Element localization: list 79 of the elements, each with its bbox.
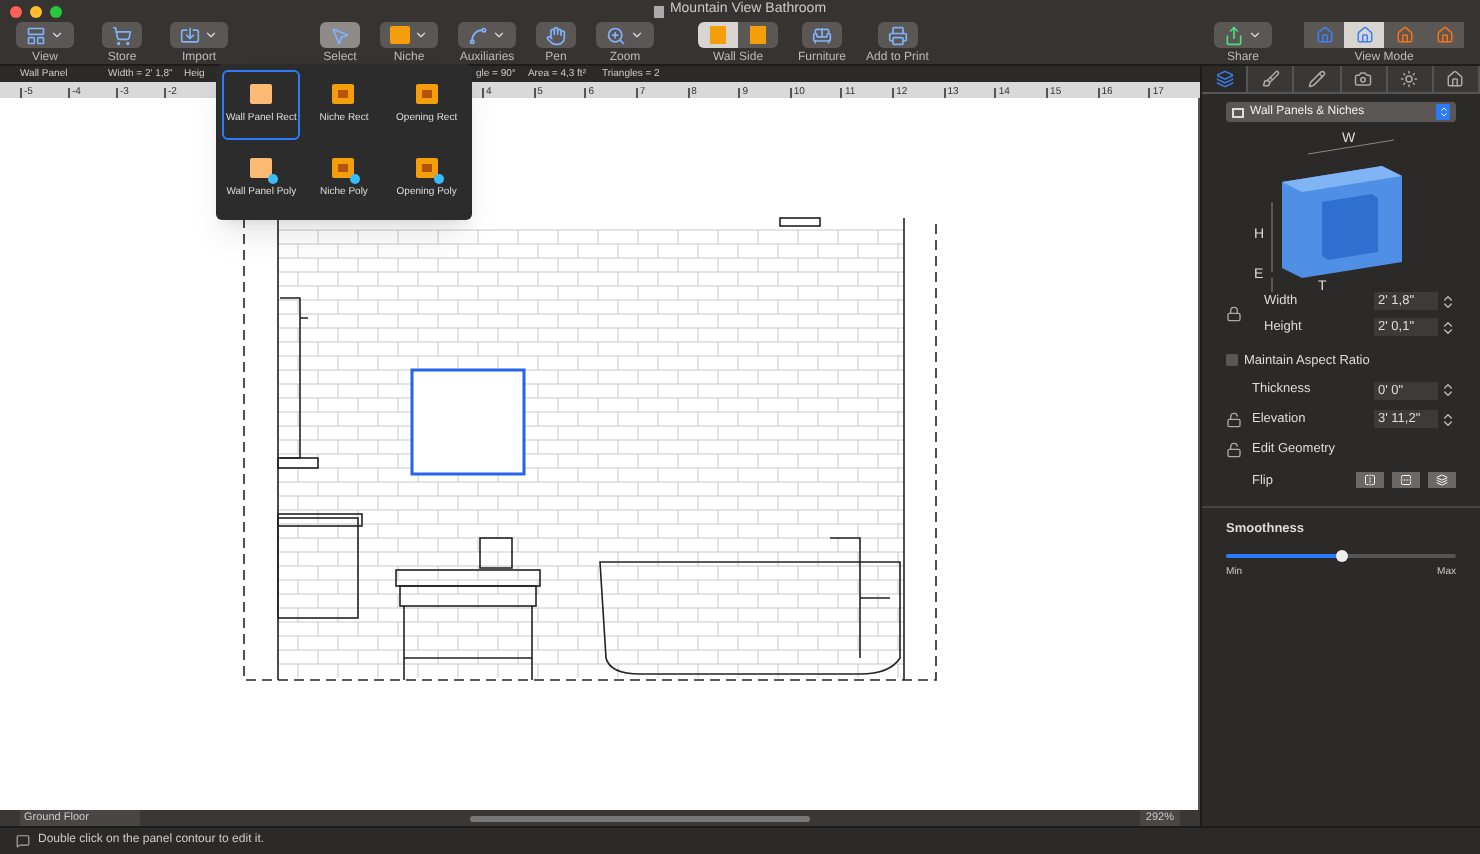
toolbar-button[interactable] <box>802 22 842 48</box>
view-mode-button[interactable] <box>1344 22 1384 48</box>
selected-wall-panel[interactable] <box>410 368 526 476</box>
toolbar-button[interactable] <box>536 22 576 48</box>
stepper-icon[interactable] <box>1440 411 1456 428</box>
toolbar-button[interactable] <box>16 22 74 48</box>
view-mode-button[interactable] <box>1384 22 1424 48</box>
stepper-icon[interactable] <box>1440 382 1456 399</box>
inspector-tab[interactable] <box>1387 66 1434 92</box>
wall-side-button[interactable] <box>738 22 778 48</box>
house-icon <box>1315 26 1333 44</box>
stepper-icon <box>1436 104 1450 120</box>
share-icon <box>1224 25 1244 45</box>
shape-icon <box>250 83 273 104</box>
toolbar-button[interactable] <box>458 22 516 48</box>
window-icon <box>26 25 46 45</box>
close-button[interactable] <box>10 5 22 17</box>
shape-icon <box>415 83 438 104</box>
flip-button[interactable] <box>1356 472 1384 489</box>
zoom-in-icon <box>606 25 626 45</box>
wall-icon <box>710 26 726 44</box>
view-mode-button[interactable] <box>1424 22 1464 48</box>
shape-icon <box>250 157 273 178</box>
toolbar-button[interactable] <box>596 22 654 48</box>
cart-icon <box>112 25 132 45</box>
toolbar-button[interactable] <box>380 22 438 48</box>
sun-icon <box>1400 70 1419 88</box>
stepper-icon[interactable] <box>1440 319 1456 336</box>
zoom-button[interactable] <box>50 5 62 17</box>
wall-icon <box>750 26 766 44</box>
flip-horizontal-icon <box>1364 474 1376 487</box>
shape-icon <box>332 157 355 178</box>
import-icon <box>180 25 200 45</box>
house-icon <box>1395 26 1413 44</box>
hand-icon <box>546 25 566 45</box>
layers-icon <box>1436 474 1448 487</box>
house-icon <box>1435 26 1453 44</box>
slider-thumb[interactable] <box>1335 550 1347 562</box>
inspector-tab[interactable] <box>1294 66 1342 92</box>
caret-icon <box>492 28 506 42</box>
panel-icon <box>1232 107 1244 117</box>
flip-button[interactable] <box>1392 472 1420 489</box>
shape-icon <box>332 83 355 104</box>
minimize-button[interactable] <box>30 5 42 17</box>
document-icon <box>653 5 664 17</box>
checkbox[interactable] <box>1226 354 1238 367</box>
share-button[interactable] <box>1214 22 1272 48</box>
flip-vertical-icon <box>1400 474 1412 487</box>
scrollbar[interactable] <box>469 815 810 821</box>
caret-icon <box>630 28 644 42</box>
nodes-icon <box>468 25 488 45</box>
flip-button[interactable] <box>1428 472 1456 489</box>
stepper-icon[interactable] <box>1440 293 1456 310</box>
toolbar-button[interactable] <box>102 22 142 48</box>
panel-icon <box>390 26 410 44</box>
toolbar-button[interactable] <box>877 22 918 48</box>
caret-icon <box>414 28 428 42</box>
toolbar-button[interactable] <box>170 22 228 48</box>
printer-icon <box>887 25 908 45</box>
caret-icon <box>204 28 218 42</box>
pointer-icon <box>330 25 350 45</box>
caret-icon <box>1248 28 1262 42</box>
furniture-icon <box>812 25 832 45</box>
house-icon <box>1355 26 1373 44</box>
lock-icon[interactable] <box>1226 306 1242 323</box>
inspector-tab[interactable] <box>1433 66 1480 92</box>
message-icon <box>16 834 30 848</box>
camera-icon <box>1354 70 1373 88</box>
brush-icon <box>1261 70 1280 88</box>
toolbar-button[interactable] <box>320 22 360 48</box>
layers-icon <box>1215 70 1234 88</box>
inspector-tab[interactable] <box>1248 66 1295 92</box>
pencil-icon <box>1307 70 1326 88</box>
lock-icon[interactable] <box>1226 411 1242 428</box>
caret-icon <box>50 28 64 42</box>
lock-icon[interactable] <box>1226 441 1242 458</box>
house-icon <box>1446 70 1465 88</box>
inspector-tab[interactable] <box>1341 66 1388 92</box>
shape-icon <box>415 157 438 178</box>
